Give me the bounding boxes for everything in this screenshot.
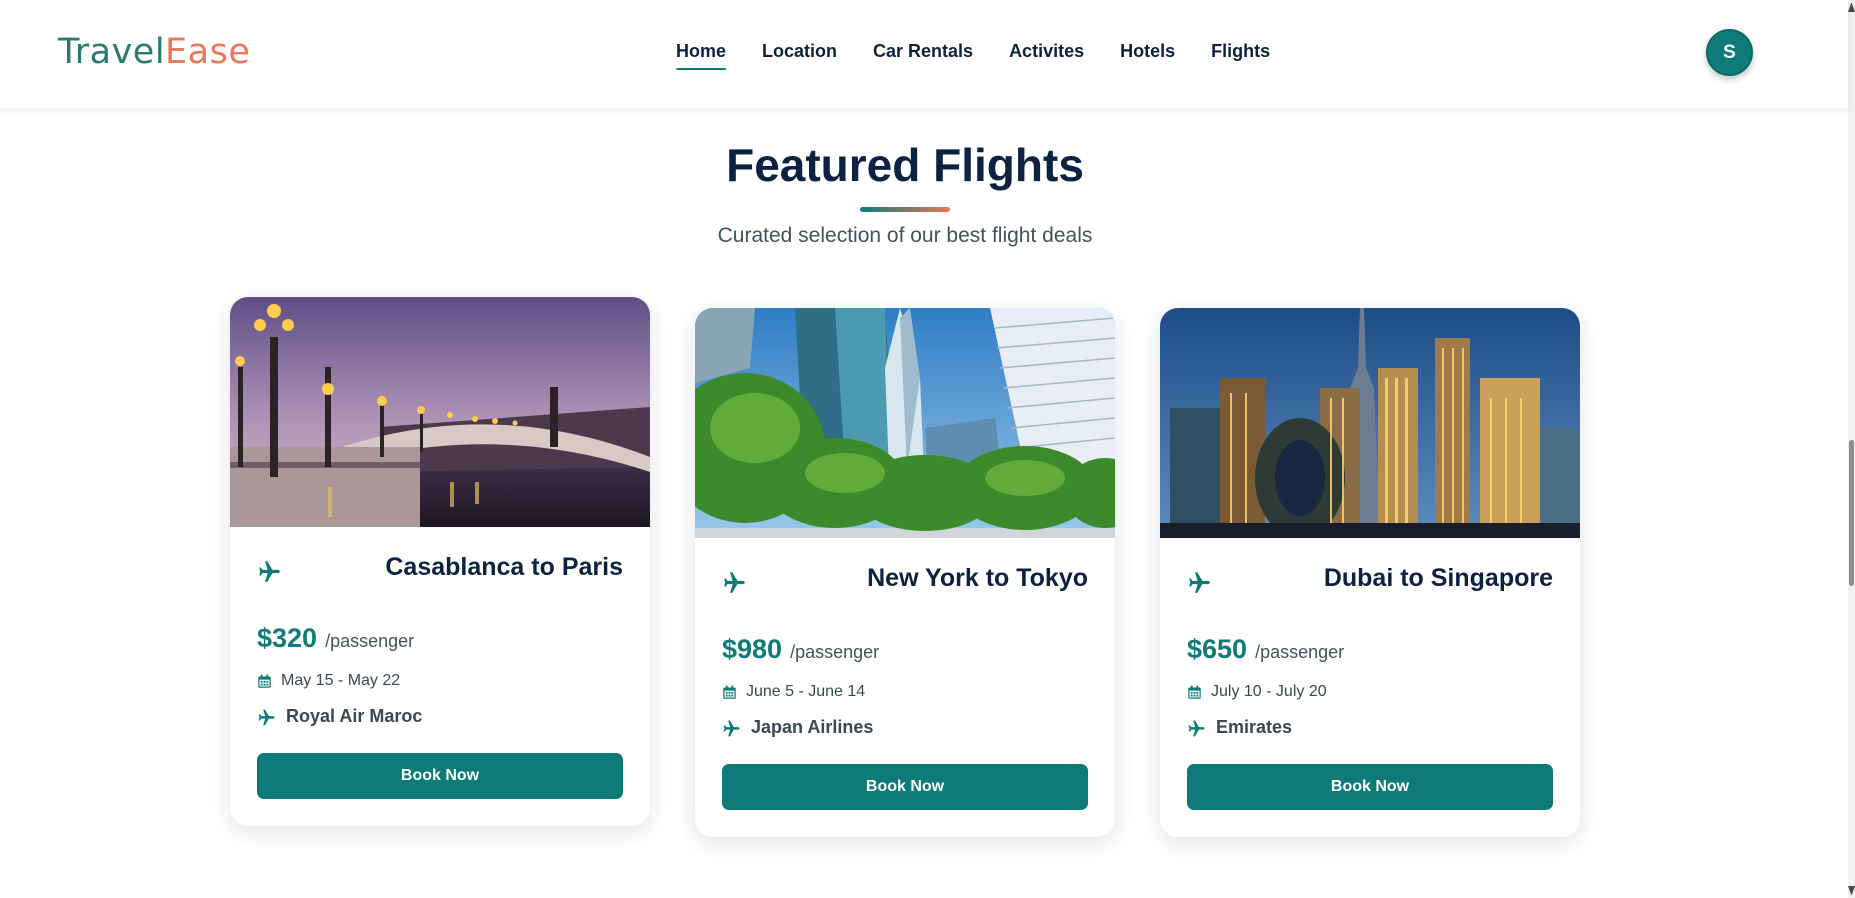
- nav-activites[interactable]: Activites: [1009, 41, 1084, 70]
- nav-flights[interactable]: Flights: [1211, 41, 1270, 70]
- user-avatar[interactable]: S: [1706, 29, 1753, 76]
- price-unit: /passenger: [1255, 642, 1345, 662]
- main-nav: Home Location Car Rentals Activites Hote…: [676, 41, 1270, 70]
- calendar-icon: [258, 674, 271, 688]
- flight-card: New York to Tokyo $980 /passenger June 5…: [695, 308, 1115, 837]
- flight-price: $980: [722, 634, 783, 664]
- price-unit: /passenger: [325, 631, 415, 651]
- flight-dates: June 5 - June 14: [746, 683, 866, 700]
- nav-location[interactable]: Location: [762, 41, 837, 70]
- airline-name: Japan Airlines: [751, 717, 874, 737]
- calendar-icon: [1188, 685, 1201, 699]
- brand-part-travel: Travel: [58, 32, 166, 72]
- nav-hotels[interactable]: Hotels: [1120, 41, 1175, 70]
- flight-card: Casablanca to Paris $320 /passenger May …: [230, 297, 650, 826]
- brand-logo[interactable]: TravelEase: [58, 32, 250, 72]
- airline-plane-icon: [258, 709, 275, 725]
- flight-route: Casablanca to Paris: [385, 553, 623, 581]
- airline-name: Emirates: [1216, 717, 1293, 737]
- calendar-icon: [723, 685, 736, 699]
- flight-price: $650: [1187, 634, 1248, 664]
- nav-home[interactable]: Home: [676, 41, 727, 70]
- top-navbar: TravelEase Home Location Car Rentals Act…: [0, 0, 1848, 108]
- scroll-down-arrow-icon[interactable]: [1848, 886, 1855, 896]
- airline-plane-icon: [1188, 720, 1205, 736]
- airline-plane-icon: [723, 720, 740, 736]
- section-subtitle: Curated selection of our best flight dea…: [717, 224, 1093, 247]
- airline-name: Royal Air Maroc: [286, 706, 423, 726]
- flight-route: Dubai to Singapore: [1323, 564, 1553, 592]
- nav-car-rentals[interactable]: Car Rentals: [873, 41, 973, 70]
- page-scrollbar[interactable]: [1848, 0, 1855, 898]
- flight-route: New York to Tokyo: [867, 564, 1088, 592]
- new-york-skyscrapers-photo: [695, 308, 1115, 538]
- flight-card: Dubai to Singapore $650 /passenger July …: [1160, 308, 1580, 837]
- scrollbar-thumb[interactable]: [1849, 440, 1854, 586]
- paris-bridge-photo: [230, 297, 650, 527]
- dubai-skyline-photo: [1160, 308, 1580, 538]
- section-title: Featured Flights: [726, 139, 1084, 191]
- price-unit: /passenger: [790, 642, 880, 662]
- flight-dates: July 10 - July 20: [1211, 683, 1327, 700]
- flight-price: $320: [257, 623, 318, 653]
- plane-icon: [724, 572, 745, 593]
- brand-part-ease: Ease: [165, 32, 251, 72]
- title-underline: [860, 207, 950, 212]
- plane-icon: [1189, 572, 1210, 593]
- flight-dates: May 15 - May 22: [281, 672, 401, 689]
- book-now-button[interactable]: Book Now: [1187, 764, 1553, 810]
- scroll-up-arrow-icon[interactable]: [1848, 2, 1855, 12]
- book-now-button[interactable]: Book Now: [257, 753, 623, 799]
- book-now-button[interactable]: Book Now: [722, 764, 1088, 810]
- plane-icon: [259, 561, 280, 582]
